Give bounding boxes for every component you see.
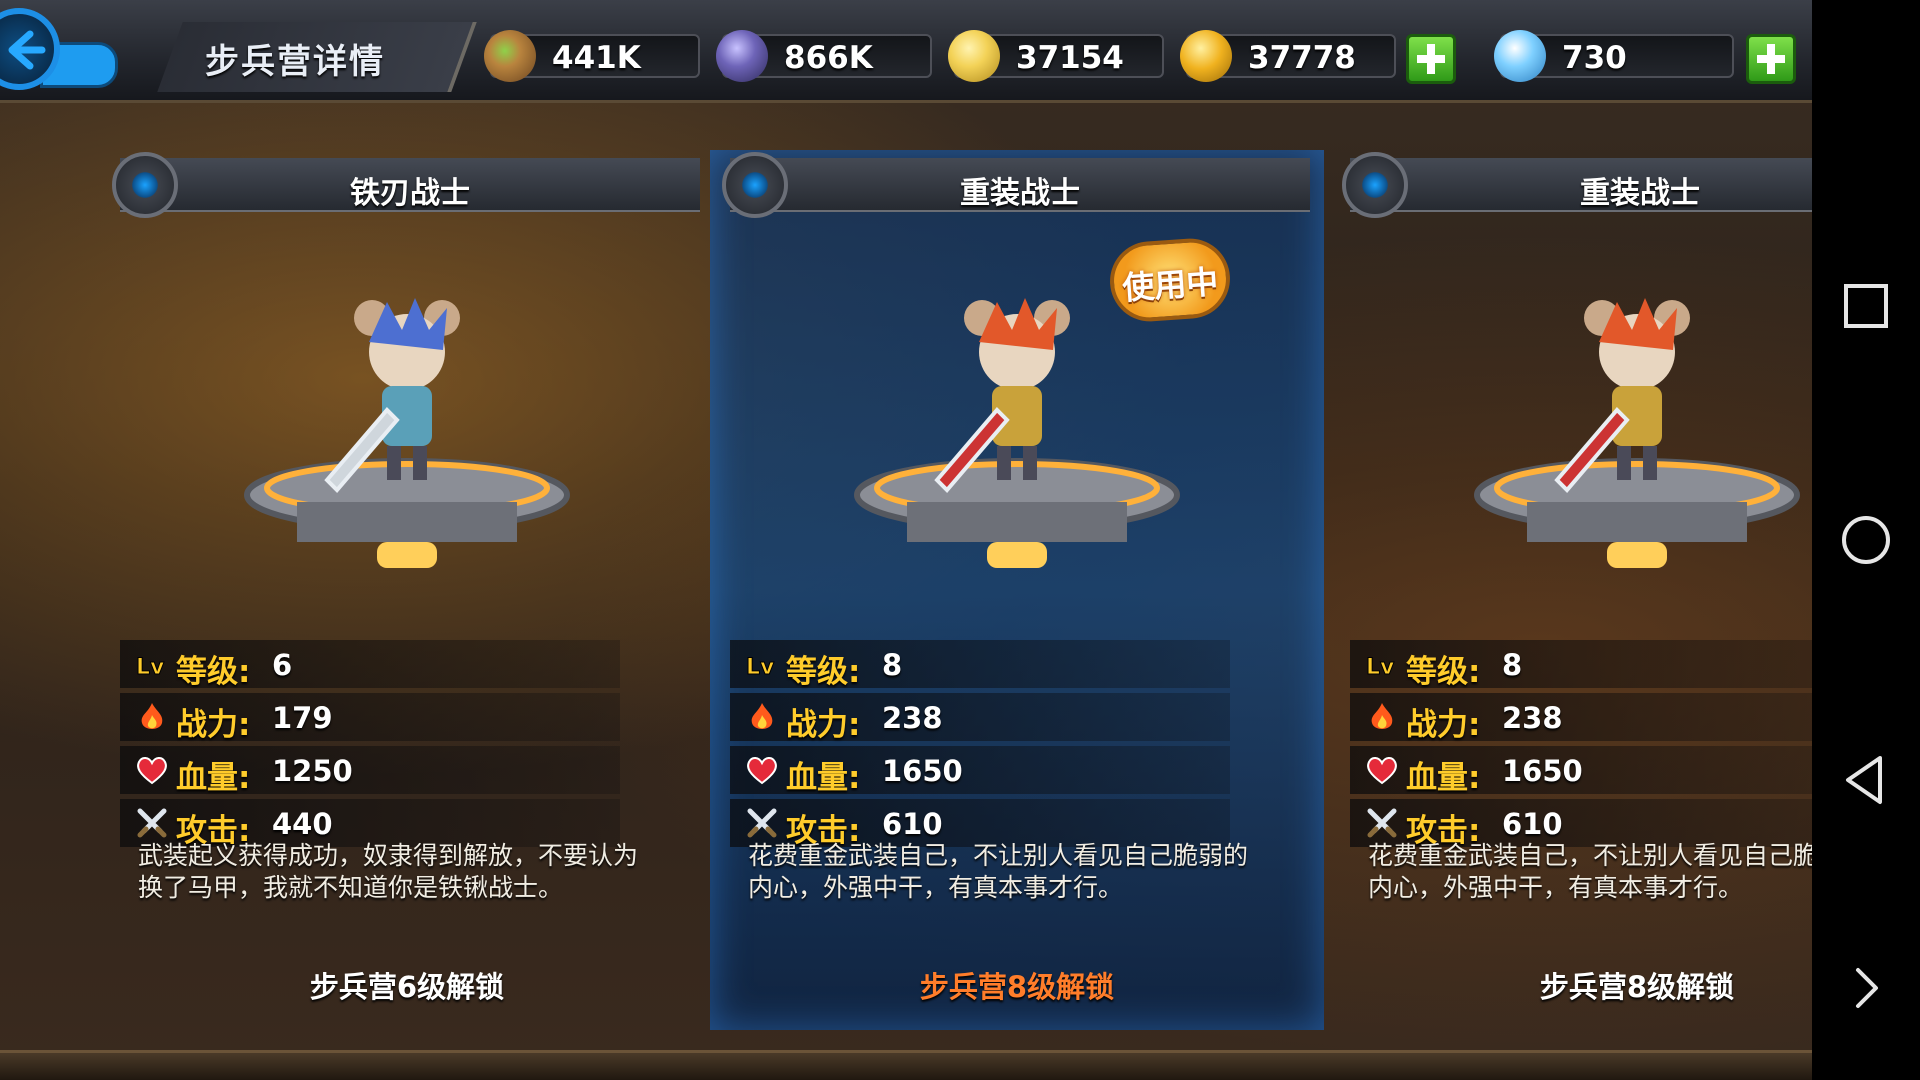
resource-diamond: 730 <box>1494 30 1734 82</box>
home-icon[interactable] <box>1836 510 1896 570</box>
swords-icon <box>746 807 778 839</box>
top-bar: 步兵营详情 441K 866K 37154 37778 730 <box>0 0 1812 103</box>
unit-name: 铁刃战士 <box>350 176 470 211</box>
stat-row: 战力: 238 <box>730 693 1230 743</box>
page-title: 步兵营详情 <box>205 42 385 82</box>
stat-value: 1650 <box>882 754 963 788</box>
resource-value: 37778 <box>1248 40 1356 76</box>
unit-portrait <box>237 290 577 584</box>
resource-ore: 866K <box>716 30 932 82</box>
stat-value: 238 <box>1502 701 1563 735</box>
level-icon: Lv <box>1366 648 1398 681</box>
stat-value: 238 <box>882 701 943 735</box>
diamond-icon <box>1494 30 1546 82</box>
stat-value: 610 <box>882 807 943 841</box>
stat-value: 179 <box>272 701 333 735</box>
stat-label: 战力: <box>176 707 251 743</box>
stat-label: 血量: <box>176 760 251 796</box>
unit-description: 武装起义获得成功，奴隶得到解放，不要认为换了马甲，我就不知道你是铁锹战士。 <box>138 841 639 902</box>
card-header: 铁刃战士 <box>112 152 700 218</box>
stat-row: Lv 等级: 8 <box>730 640 1230 690</box>
cheese-icon <box>948 30 1000 82</box>
android-nav-bar <box>1812 0 1920 1080</box>
flame-icon <box>1366 701 1398 733</box>
unlock-requirement: 步兵营6级解锁 <box>309 970 505 1004</box>
expand-icon[interactable] <box>1836 958 1896 1018</box>
swords-icon <box>136 807 168 839</box>
card-header: 重装战士 <box>722 152 1310 218</box>
flame-icon <box>746 701 778 733</box>
game-screen: 步兵营详情 441K 866K 37154 37778 730 铁刃战士 Lv … <box>0 0 1812 1080</box>
stat-value: 1650 <box>1502 754 1583 788</box>
heart-icon <box>1366 754 1398 786</box>
recent-apps-icon[interactable] <box>1836 276 1896 336</box>
unit-card-heavy-selected[interactable]: 重装战士 使用中 Lv 等级: 8 战力: 238 血量: 1650 攻击: 6… <box>710 150 1324 1030</box>
stat-label: 血量: <box>786 760 861 796</box>
stat-row: 血量: 1250 <box>120 746 620 796</box>
heart-icon <box>136 754 168 786</box>
resource-gold: 37778 <box>1180 30 1396 82</box>
unit-portrait <box>1467 290 1807 584</box>
stat-row: 战力: 238 <box>1350 693 1812 743</box>
unlock-requirement: 步兵营8级解锁 <box>919 970 1115 1004</box>
level-icon: Lv <box>746 648 778 681</box>
stat-row: 战力: 179 <box>120 693 620 743</box>
add-gold-button[interactable] <box>1406 34 1456 84</box>
svg-text:Lv: Lv <box>746 655 775 680</box>
stat-label: 等级: <box>786 654 861 690</box>
back-icon[interactable] <box>1836 750 1896 810</box>
stat-label: 等级: <box>176 654 251 690</box>
resource-cheese: 37154 <box>948 30 1164 82</box>
svg-text:Lv: Lv <box>1366 655 1395 680</box>
back-arrow-icon <box>8 30 46 70</box>
unit-name: 重装战士 <box>1580 176 1700 211</box>
stat-value: 1250 <box>272 754 353 788</box>
resource-wood: 441K <box>484 30 700 82</box>
stat-row: Lv 等级: 6 <box>120 640 620 690</box>
resource-value: 730 <box>1562 40 1627 76</box>
resource-value: 37154 <box>1016 40 1124 76</box>
stat-value: 610 <box>1502 807 1563 841</box>
stat-row: 血量: 1650 <box>1350 746 1812 796</box>
unit-name: 重装战士 <box>960 176 1080 211</box>
svg-text:Lv: Lv <box>136 655 165 680</box>
swords-icon <box>1366 807 1398 839</box>
stat-value: 6 <box>272 648 293 682</box>
add-diamond-button[interactable] <box>1746 34 1796 84</box>
stat-value: 440 <box>272 807 333 841</box>
stat-label: 战力: <box>786 707 861 743</box>
stat-row: 血量: 1650 <box>730 746 1230 796</box>
heart-icon <box>746 754 778 786</box>
stat-value: 8 <box>1502 648 1523 682</box>
level-icon: Lv <box>136 648 168 681</box>
stat-label: 血量: <box>1406 760 1481 796</box>
ore-icon <box>716 30 768 82</box>
unit-description: 花费重金武装自己，不让别人看见自己脆弱的内心，外强中干，有真本事才行。 <box>748 841 1249 902</box>
stat-label: 等级: <box>1406 654 1481 690</box>
unit-card-iron-blade[interactable]: 铁刃战士 Lv 等级: 6 战力: 179 血量: 1250 攻击: 440 武… <box>100 150 714 1030</box>
unit-card-heavy[interactable]: 重装战士 Lv 等级: 8 战力: 238 血量: 1650 攻击: 610 花… <box>1330 150 1812 1030</box>
flame-icon <box>136 701 168 733</box>
wood-icon <box>484 30 536 82</box>
resource-value: 866K <box>784 40 873 76</box>
stat-value: 8 <box>882 648 903 682</box>
unit-portrait <box>847 290 1187 584</box>
unit-description: 花费重金武装自己，不让别人看见自己脆弱的内心，外强中干，有真本事才行。 <box>1368 841 1812 902</box>
stat-row: Lv 等级: 8 <box>1350 640 1812 690</box>
unlock-requirement: 步兵营8级解锁 <box>1539 970 1735 1004</box>
gold-icon <box>1180 30 1232 82</box>
resource-value: 441K <box>552 40 641 76</box>
stat-label: 战力: <box>1406 707 1481 743</box>
bottom-frame <box>0 1050 1812 1080</box>
card-header: 重装战士 <box>1342 152 1812 218</box>
